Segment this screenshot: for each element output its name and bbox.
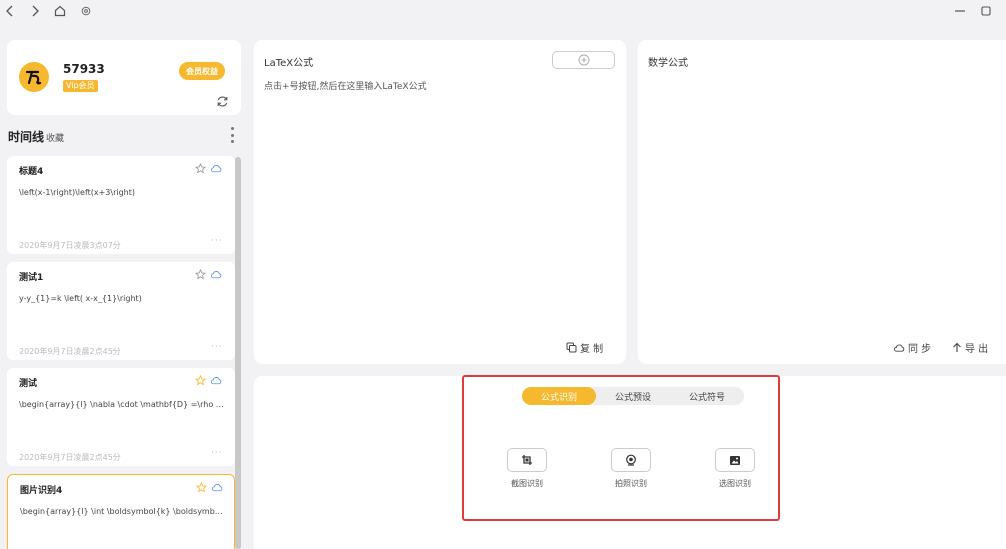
- maximize-icon[interactable]: [978, 3, 994, 19]
- item-more-icon[interactable]: ···: [211, 448, 223, 458]
- item-formula: y-y_{1}=k \left( x-x_{1}\right): [19, 294, 142, 303]
- item-more-icon[interactable]: ···: [211, 236, 223, 246]
- item-date: 2020年9月7日凌晨2点45分: [19, 347, 121, 356]
- copy-button[interactable]: 复 制: [566, 340, 603, 355]
- image-recognition-button[interactable]: [715, 448, 755, 472]
- sync-button[interactable]: 同 步: [893, 340, 931, 355]
- avatar[interactable]: [19, 62, 49, 92]
- camera-recognition-label: 拍照识别: [615, 479, 647, 488]
- favorites-tab[interactable]: 收藏: [46, 131, 64, 144]
- vip-badge: Vip会员: [63, 80, 98, 92]
- list-item[interactable]: 标题4 \left(x-1\right)\left(x+3\right) 202…: [7, 156, 235, 254]
- latex-input-hint[interactable]: 点击+号按钮,然后在这里输入LaTeX公式: [264, 79, 427, 92]
- timeline-tab[interactable]: 时间线: [8, 128, 44, 145]
- item-title: 图片识别4: [20, 486, 63, 496]
- plus-circle-icon: [578, 54, 589, 66]
- item-more-icon[interactable]: ···: [211, 342, 223, 352]
- timeline-list: 标题4 \left(x-1\right)\left(x+3\right) 202…: [7, 156, 235, 549]
- cloud-icon[interactable]: [211, 482, 223, 493]
- item-title: 测试1: [19, 273, 44, 283]
- profile-card: 57933 Vip会员 会员权益: [7, 40, 241, 115]
- timeline-scrollbar[interactable]: [235, 157, 241, 549]
- cloud-icon[interactable]: [210, 163, 222, 174]
- list-item[interactable]: 测试 \begin{array}{l} \nabla \cdot \mathbf…: [7, 368, 235, 466]
- latex-panel: LaTeX公式 点击+号按钮,然后在这里输入LaTeX公式 复 制: [254, 40, 626, 364]
- camera-icon: [625, 454, 637, 466]
- sync-label: 同 步: [908, 344, 932, 355]
- member-benefits-button[interactable]: 会员权益: [179, 62, 225, 80]
- cloud-icon[interactable]: [210, 269, 222, 280]
- title-bar: [0, 0, 1006, 26]
- tab-formula-recognition[interactable]: 公式识别: [522, 387, 596, 405]
- star-icon[interactable]: [195, 163, 206, 174]
- arrow-up-icon: [952, 342, 962, 353]
- star-filled-icon[interactable]: [196, 482, 207, 493]
- latex-panel-title: LaTeX公式: [264, 58, 314, 69]
- forward-arrow-icon[interactable]: [27, 3, 43, 19]
- add-formula-button[interactable]: [552, 51, 615, 69]
- item-date: 2020年9月7日凌晨2点45分: [19, 453, 121, 462]
- star-filled-icon[interactable]: [195, 375, 206, 386]
- item-date: 2020年9月7日凌晨3点07分: [19, 241, 121, 250]
- minimize-icon[interactable]: [952, 3, 968, 19]
- copy-label: 复 制: [580, 344, 604, 355]
- math-panel-title: 数学公式: [648, 58, 688, 69]
- export-button[interactable]: 导 出: [952, 340, 988, 355]
- list-item[interactable]: 测试1 y-y_{1}=k \left( x-x_{1}\right) 2020…: [7, 262, 235, 360]
- username: 57933: [63, 62, 105, 76]
- tab-formula-presets[interactable]: 公式预设: [596, 387, 670, 405]
- more-vertical-icon[interactable]: [229, 127, 235, 143]
- image-recognition-label: 选图识别: [719, 479, 751, 488]
- crop-icon: [521, 454, 533, 466]
- refresh-sync-icon[interactable]: [216, 95, 229, 108]
- camera-recognition-button[interactable]: [611, 448, 651, 472]
- item-formula: \begin{array}{l} \int \boldsymbol{k} \bo…: [20, 507, 226, 516]
- settings-gear-icon[interactable]: [78, 3, 94, 19]
- item-title: 测试: [19, 379, 38, 389]
- cloud-icon[interactable]: [210, 375, 222, 386]
- math-formula-panel: 数学公式 同 步 导 出: [638, 40, 1006, 364]
- item-formula: \left(x-1\right)\left(x+3\right): [19, 188, 136, 197]
- recognition-tabs: 公式识别 公式预设 公式符号: [522, 387, 744, 405]
- star-icon[interactable]: [195, 269, 206, 280]
- image-recognition-tool: 选图识别: [705, 448, 765, 489]
- tab-formula-symbols[interactable]: 公式符号: [670, 387, 744, 405]
- copy-icon: [566, 342, 577, 353]
- home-icon[interactable]: [52, 3, 68, 19]
- screenshot-recognition-tool: 截图识别: [497, 448, 557, 489]
- camera-recognition-tool: 拍照识别: [601, 448, 661, 489]
- list-item-selected[interactable]: 图片识别4 \begin{array}{l} \int \boldsymbol{…: [7, 474, 235, 549]
- item-title: 标题4: [19, 167, 44, 177]
- image-icon: [729, 455, 741, 466]
- export-label: 导 出: [965, 344, 989, 355]
- screenshot-recognition-button[interactable]: [507, 448, 547, 472]
- cloud-icon: [893, 343, 905, 353]
- screenshot-recognition-label: 截图识别: [511, 479, 543, 488]
- back-arrow-icon[interactable]: [2, 3, 18, 19]
- item-formula: \begin{array}{l} \nabla \cdot \mathbf{D}…: [19, 400, 225, 409]
